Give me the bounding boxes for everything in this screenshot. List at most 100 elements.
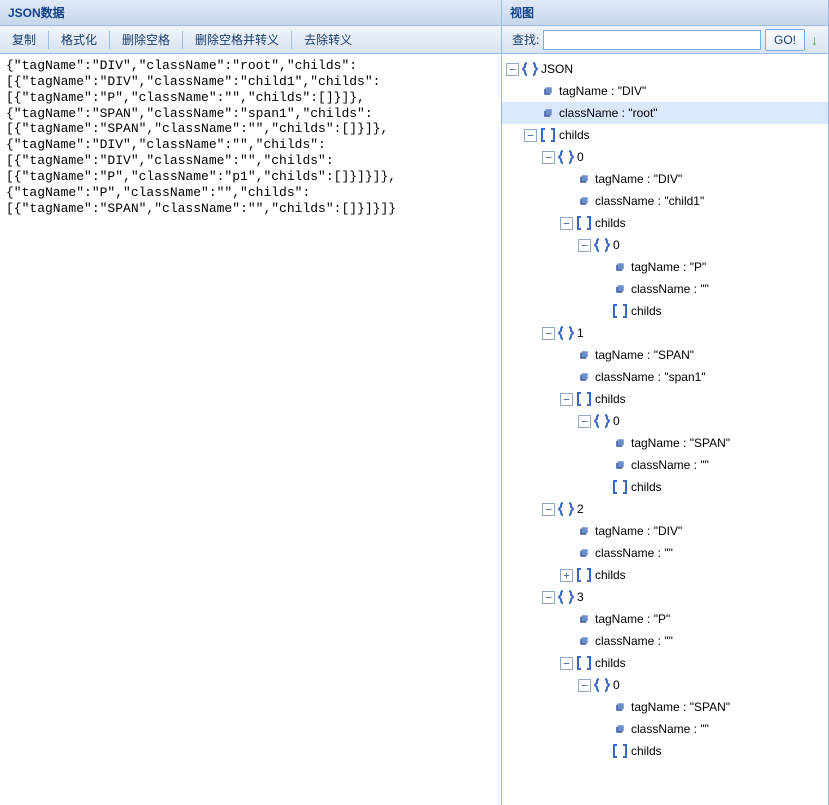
- json-text-area[interactable]: {"tagName":"DIV","className":"root","chi…: [0, 54, 501, 805]
- node-childs[interactable]: −childs: [502, 212, 828, 234]
- node-tagname[interactable]: tagName : "P": [502, 256, 828, 278]
- cube-icon: [611, 699, 629, 715]
- search-input[interactable]: [543, 30, 761, 50]
- node-label: 0: [613, 678, 620, 692]
- collapse-icon[interactable]: −: [560, 217, 573, 230]
- search-go-button[interactable]: GO!: [765, 29, 805, 51]
- expand-icon[interactable]: +: [560, 569, 573, 582]
- collapse-icon[interactable]: −: [506, 63, 519, 76]
- node-label: childs: [631, 480, 662, 494]
- collapse-icon[interactable]: −: [542, 591, 555, 604]
- collapse-icon[interactable]: −: [560, 657, 573, 670]
- node-tagname[interactable]: tagName : "SPAN": [502, 696, 828, 718]
- collapse-icon[interactable]: −: [542, 151, 555, 164]
- node-classname[interactable]: className : "root": [502, 102, 828, 124]
- node-index[interactable]: −2: [502, 498, 828, 520]
- node-classname[interactable]: className : "span1": [502, 366, 828, 388]
- node-classname[interactable]: className : "": [502, 454, 828, 476]
- format-button[interactable]: 格式化: [53, 28, 105, 51]
- cube-icon: [611, 281, 629, 297]
- toolbar-separator: [182, 31, 183, 49]
- tree-view-panel: 视图 查找: GO! ↓ −JSONtagName : "DIV"classNa…: [502, 0, 829, 805]
- node-childs[interactable]: + childs: [502, 564, 828, 586]
- braces-icon: [593, 237, 611, 253]
- braces-icon: [593, 413, 611, 429]
- trim-spaces-button[interactable]: 删除空格: [114, 28, 178, 51]
- node-root[interactable]: − JSON: [502, 58, 828, 80]
- node-label: childs: [595, 568, 626, 582]
- braces-icon: [593, 677, 611, 693]
- node-childs[interactable]: childs: [502, 476, 828, 498]
- search-label: 查找:: [506, 31, 543, 48]
- node-index[interactable]: −0: [502, 234, 828, 256]
- cube-icon: [575, 633, 593, 649]
- node-index[interactable]: −1: [502, 322, 828, 344]
- collapse-icon[interactable]: −: [578, 679, 591, 692]
- tree-view-header: 视图: [502, 0, 828, 26]
- node-label: tagName : "SPAN": [631, 436, 730, 450]
- collapse-icon[interactable]: −: [560, 393, 573, 406]
- node-label: JSON: [541, 62, 573, 76]
- collapse-icon[interactable]: −: [578, 415, 591, 428]
- node-classname[interactable]: className : "": [502, 542, 828, 564]
- node-index[interactable]: −0: [502, 674, 828, 696]
- node-label: 0: [577, 150, 584, 164]
- brackets-icon: [575, 215, 593, 231]
- node-label: childs: [559, 128, 590, 142]
- toolbar-separator: [291, 31, 292, 49]
- node-classname[interactable]: className : "": [502, 718, 828, 740]
- brackets-icon: [575, 391, 593, 407]
- toolbar-separator: [48, 31, 49, 49]
- cube-icon: [539, 83, 557, 99]
- node-tagname[interactable]: tagName : "SPAN": [502, 432, 828, 454]
- node-childs[interactable]: − childs: [502, 124, 828, 146]
- cube-icon: [575, 545, 593, 561]
- node-label: className : "root": [559, 106, 658, 120]
- node-label: tagName : "SPAN": [595, 348, 694, 362]
- node-label: className : "": [631, 282, 709, 296]
- cube-icon: [539, 105, 557, 121]
- collapse-icon[interactable]: −: [542, 327, 555, 340]
- node-childs[interactable]: −childs: [502, 388, 828, 410]
- node-label: tagName : "P": [631, 260, 706, 274]
- cube-icon: [611, 259, 629, 275]
- node-label: 1: [577, 326, 584, 340]
- next-match-icon[interactable]: ↓: [811, 32, 818, 48]
- collapse-icon[interactable]: −: [524, 129, 537, 142]
- trim-and-escape-button[interactable]: 删除空格并转义: [187, 28, 287, 51]
- node-tagname[interactable]: tagName : "DIV": [502, 520, 828, 542]
- copy-button[interactable]: 复制: [4, 28, 44, 51]
- node-label: tagName : "DIV": [595, 524, 682, 538]
- json-data-panel: JSON数据 复制 格式化 删除空格 删除空格并转义 去除转义 {"tagNam…: [0, 0, 502, 805]
- json-data-header: JSON数据: [0, 0, 501, 26]
- json-tree[interactable]: −JSONtagName : "DIV"className : "root"−c…: [502, 54, 828, 805]
- node-index[interactable]: −0: [502, 410, 828, 432]
- braces-icon: [557, 149, 575, 165]
- cube-icon: [575, 369, 593, 385]
- cube-icon: [575, 171, 593, 187]
- node-label: childs: [595, 656, 626, 670]
- brackets-icon: [539, 127, 557, 143]
- unescape-button[interactable]: 去除转义: [296, 28, 360, 51]
- node-index[interactable]: −3: [502, 586, 828, 608]
- node-tagname[interactable]: tagName : "DIV": [502, 168, 828, 190]
- node-label: className : "": [595, 634, 673, 648]
- node-childs[interactable]: childs: [502, 740, 828, 762]
- node-childs[interactable]: − childs: [502, 652, 828, 674]
- node-childs[interactable]: childs: [502, 300, 828, 322]
- node-tagname[interactable]: tagName : "DIV": [502, 80, 828, 102]
- braces-icon: [521, 61, 539, 77]
- node-index[interactable]: −0: [502, 146, 828, 168]
- node-tagname[interactable]: tagName : "SPAN": [502, 344, 828, 366]
- node-classname[interactable]: className : "": [502, 278, 828, 300]
- node-tagname[interactable]: tagName : "P": [502, 608, 828, 630]
- collapse-icon[interactable]: −: [578, 239, 591, 252]
- node-label: 2: [577, 502, 584, 516]
- node-classname[interactable]: className : "": [502, 630, 828, 652]
- node-classname[interactable]: className : "child1": [502, 190, 828, 212]
- json-toolbar: 复制 格式化 删除空格 删除空格并转义 去除转义: [0, 26, 501, 54]
- brackets-icon: [611, 479, 629, 495]
- cube-icon: [575, 523, 593, 539]
- cube-icon: [575, 611, 593, 627]
- collapse-icon[interactable]: −: [542, 503, 555, 516]
